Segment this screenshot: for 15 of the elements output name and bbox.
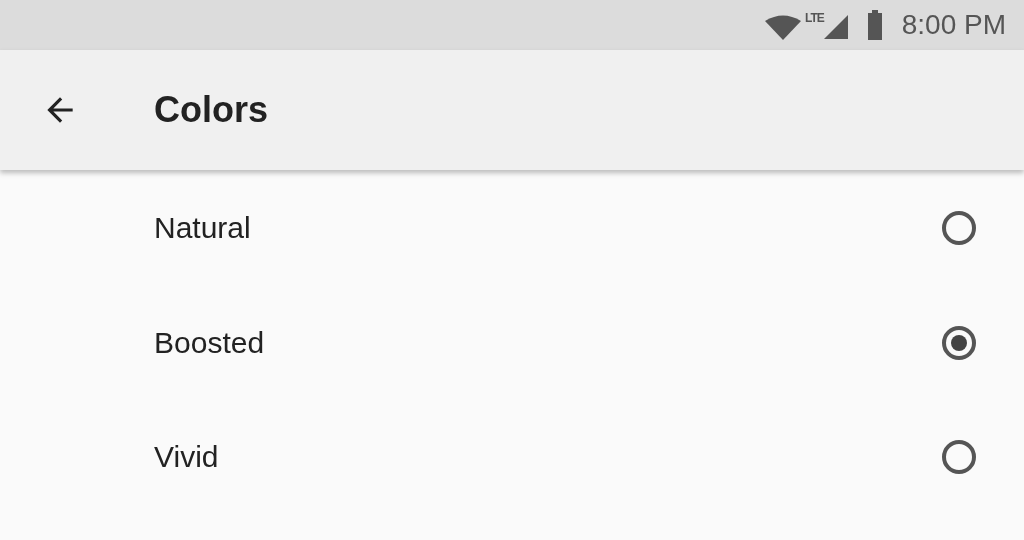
option-label: Vivid (154, 440, 219, 475)
screen-title: Colors (154, 89, 268, 131)
wifi-icon (764, 14, 801, 40)
option-row[interactable]: Boosted (0, 285, 1024, 400)
battery-icon (867, 10, 882, 40)
option-label: Boosted (154, 325, 265, 360)
clock: 8:00 PM (901, 9, 1006, 41)
radio-button[interactable] (942, 211, 976, 246)
option-label: Natural (154, 211, 251, 246)
radio-button[interactable] (942, 325, 976, 360)
radio-button[interactable] (942, 440, 976, 475)
option-row[interactable]: Vivid (0, 400, 1024, 515)
network-type: LTE (804, 11, 824, 25)
option-row[interactable]: Natural (0, 171, 1024, 286)
signal-icon (823, 15, 848, 39)
